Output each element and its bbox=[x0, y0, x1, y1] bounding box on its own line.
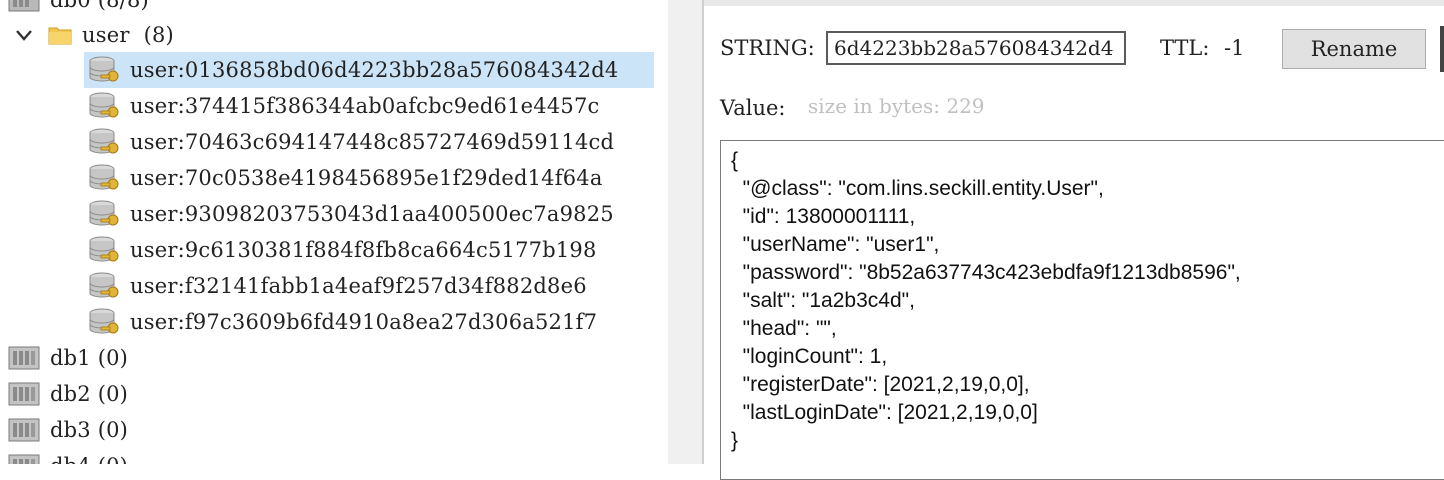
panel-splitter[interactable] bbox=[668, 0, 704, 464]
tree-key-item[interactable]: user:70c0538e4198456895e1f29ded14f64a bbox=[88, 160, 603, 196]
key-label: user:0136858bd06d4223bb28a576084342d4 bbox=[130, 58, 619, 82]
key-label: user:374415f386344ab0afcbc9ed61e4457c bbox=[130, 94, 600, 118]
database-icon bbox=[8, 345, 42, 371]
database-icon bbox=[8, 417, 42, 443]
tree-db3[interactable]: db3 (0) bbox=[8, 412, 128, 448]
key-db-icon bbox=[88, 271, 122, 301]
key-db-icon bbox=[88, 91, 122, 121]
tree-folder-user[interactable]: user (8) bbox=[14, 17, 174, 53]
ttl-label: TTL: bbox=[1160, 36, 1210, 60]
db-label: db2 (0) bbox=[50, 382, 129, 406]
tree-db0-label: db0 (8/8) bbox=[50, 0, 149, 12]
key-db-icon bbox=[88, 163, 122, 193]
db-label: db3 (0) bbox=[50, 418, 129, 442]
value-text[interactable]: { "@class": "com.lins.seckill.entity.Use… bbox=[721, 141, 1444, 455]
tree-db1[interactable]: db1 (0) bbox=[8, 340, 128, 376]
folder-name: user bbox=[82, 23, 130, 47]
tree-db0[interactable]: db0 (8/8) bbox=[8, 0, 149, 18]
key-db-icon bbox=[88, 127, 122, 157]
tree-db4[interactable]: db4 (0) bbox=[8, 448, 128, 464]
key-name-field[interactable]: 6d4223bb28a576084342d4 bbox=[826, 31, 1126, 65]
tree-key-item[interactable]: user:70463c694147448c85727469d59114cd bbox=[88, 124, 614, 160]
value-label: Value: bbox=[720, 96, 786, 120]
type-label: STRING: bbox=[720, 36, 815, 60]
tree-key-item[interactable]: user:93098203753043d1aa400500ec7a9825 bbox=[88, 196, 614, 232]
value-editor[interactable]: { "@class": "com.lins.seckill.entity.Use… bbox=[720, 140, 1444, 480]
tree-key-item[interactable]: user:9c6130381f884f8fb8ca664c5177b198 bbox=[88, 232, 597, 268]
size-hint: size in bytes: 229 bbox=[808, 94, 985, 118]
folder-count: (8) bbox=[143, 23, 174, 47]
key-db-icon bbox=[88, 235, 122, 265]
tree-key-item[interactable]: user:374415f386344ab0afcbc9ed61e4457c bbox=[88, 88, 600, 124]
key-label: user:70c0538e4198456895e1f29ded14f64a bbox=[130, 166, 603, 190]
key-db-icon bbox=[88, 55, 122, 85]
key-db-icon bbox=[88, 307, 122, 337]
chevron-down-icon[interactable] bbox=[14, 25, 34, 45]
rename-button[interactable]: Rename bbox=[1282, 29, 1426, 69]
db-label: db1 (0) bbox=[50, 346, 129, 370]
key-label: user:f32141fabb1a4eaf9f257d34f882d8e6 bbox=[130, 274, 587, 298]
key-label: user:70463c694147448c85727469d59114cd bbox=[130, 130, 615, 154]
ttl-value: -1 bbox=[1224, 36, 1245, 60]
key-detail-panel: STRING: 6d4223bb28a576084342d4 TTL: -1 R… bbox=[704, 0, 1444, 480]
tree-key-item[interactable]: user:0136858bd06d4223bb28a576084342d4 bbox=[88, 52, 618, 88]
key-tree[interactable]: db0 (8/8) user (8) user:0136858bd06d4223… bbox=[0, 0, 668, 464]
tree-key-item[interactable]: user:f32141fabb1a4eaf9f257d34f882d8e6 bbox=[88, 268, 587, 304]
key-db-icon bbox=[88, 199, 122, 229]
database-icon bbox=[8, 381, 42, 407]
db-label: db4 (0) bbox=[50, 454, 128, 464]
key-label: user:9c6130381f884f8fb8ca664c5177b198 bbox=[130, 238, 597, 262]
key-label: user:93098203753043d1aa400500ec7a9825 bbox=[130, 202, 614, 226]
top-strip bbox=[704, 0, 1444, 6]
database-icon bbox=[8, 453, 42, 464]
key-label: user:f97c3609b6fd4910a8ea27d306a521f7 bbox=[130, 310, 598, 334]
tree-db2[interactable]: db2 (0) bbox=[8, 376, 128, 412]
next-button-edge[interactable] bbox=[1440, 26, 1444, 72]
database-icon bbox=[8, 0, 42, 13]
tree-key-item[interactable]: user:f97c3609b6fd4910a8ea27d306a521f7 bbox=[88, 304, 597, 340]
folder-icon bbox=[48, 25, 72, 45]
